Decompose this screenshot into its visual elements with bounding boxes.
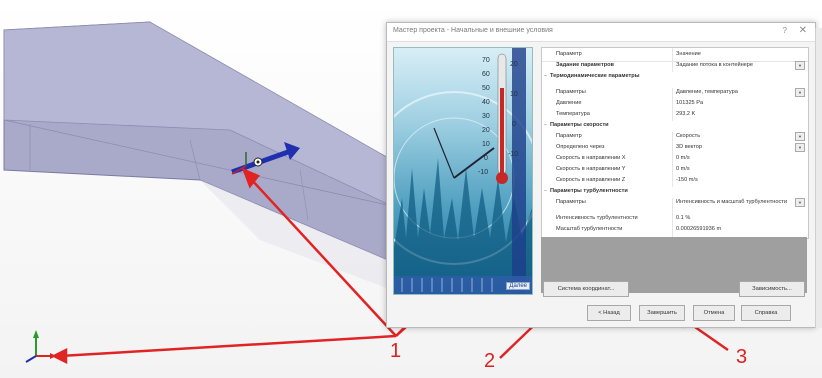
right-panel-strip[interactable]: [815, 28, 822, 328]
dropdown-arrow-icon[interactable]: ▼: [795, 132, 805, 141]
tree-row-label: Параметр: [556, 133, 582, 139]
tree-row-value[interactable]: 101325 Pa: [676, 100, 703, 106]
tree-row[interactable]: Скорость в направлении Z -150 m/s: [542, 176, 808, 187]
tree-row-value[interactable]: Давление, температура: [676, 89, 738, 95]
finish-button[interactable]: Завершить: [639, 305, 685, 321]
callout-3: 3: [736, 346, 748, 368]
svg-text:10: 10: [482, 141, 490, 148]
next-button[interactable]: Далее: [506, 282, 530, 290]
tree-row-value[interactable]: 0 m/s: [676, 166, 690, 172]
tree-row-value: Значение: [676, 51, 701, 57]
tree-row-value[interactable]: Скорость: [676, 133, 700, 139]
dropdown-arrow-icon[interactable]: ▼: [795, 143, 805, 152]
tree-row[interactable]: Интенсивность турбулентности 0.1 %: [542, 214, 808, 225]
svg-text:-10: -10: [478, 169, 488, 176]
tree-row-label: Скорость в направлении Z: [556, 177, 626, 183]
tree-row-label: Термодинамические параметры: [550, 73, 640, 79]
callout-1: 1: [390, 340, 402, 362]
dropdown-arrow-icon[interactable]: ▼: [795, 88, 805, 97]
help-icon[interactable]: ?: [783, 26, 787, 35]
svg-text:20: 20: [482, 127, 490, 134]
dropdown-arrow-icon[interactable]: ▼: [795, 198, 805, 207]
tree-row-label: Температура: [556, 111, 590, 117]
dialog-titlebar[interactable]: Мастер проекта - Начальные и внешние усл…: [387, 23, 815, 42]
svg-text:50: 50: [482, 85, 490, 92]
tree-group[interactable]: − Параметры скорости: [542, 121, 808, 132]
tree-row-value[interactable]: 0 m/s: [676, 155, 690, 161]
tree-row-value[interactable]: Задание потока в контейнере: [676, 62, 753, 68]
tree-row[interactable]: Параметры Давление, температура ▼: [542, 88, 808, 99]
dropdown-arrow-icon[interactable]: ▼: [795, 61, 805, 70]
tree-row[interactable]: Параметры Интенсивность и масштаб турбуле…: [542, 198, 808, 214]
tree-row-value[interactable]: 293.2 K: [676, 111, 695, 117]
dialog-title: Мастер проекта - Начальные и внешние усл…: [393, 27, 553, 34]
collapse-toggle-icon[interactable]: −: [544, 188, 547, 194]
wizard-illustration: 70 60 50 40 30 20 10 0 -10 20 10 0 -10 Д…: [393, 47, 533, 295]
svg-text:0: 0: [484, 155, 488, 162]
tree-row[interactable]: Скорость в направлении Y 0 m/s: [542, 165, 808, 176]
parameter-tree[interactable]: Параметр Значение Задание параметров Задани…: [541, 47, 809, 239]
cancel-button[interactable]: Отмена: [693, 305, 735, 321]
tree-row[interactable]: Давление 101325 Pa: [542, 99, 808, 110]
svg-text:60: 60: [482, 71, 490, 78]
tree-row-label: Определено через: [556, 144, 605, 150]
tree-row-value[interactable]: Интенсивность и масштаб турбулентности: [676, 199, 788, 205]
tree-row-value[interactable]: 0.1 %: [676, 215, 690, 221]
tree-row-value[interactable]: 0.00026591936 m: [676, 226, 721, 232]
dependency-button[interactable]: Зависимость...: [739, 281, 805, 297]
help-button[interactable]: Справка: [741, 305, 791, 321]
back-button[interactable]: < Назад: [587, 305, 631, 321]
wizard-dialog[interactable]: Мастер проекта - Начальные и внешние усл…: [386, 22, 816, 328]
tree-row-label: Параметры: [556, 89, 586, 95]
coordinate-system-button[interactable]: Система координат...: [543, 281, 629, 297]
svg-text:30: 30: [482, 113, 490, 120]
tree-row[interactable]: Определено через 3D вектор ▼: [542, 143, 808, 154]
tree-row-label: Параметры турбулентности: [550, 188, 628, 194]
tree-row[interactable]: Задание параметров Задание потока в конте…: [542, 61, 808, 72]
tree-row-value[interactable]: 3D вектор: [676, 144, 702, 150]
tree-row-label: Скорость в направлении X: [556, 155, 626, 161]
tree-row[interactable]: Температура 293.2 K: [542, 110, 808, 121]
svg-text:20: 20: [510, 61, 518, 68]
tree-row-label: Интенсивность турбулентности: [556, 215, 638, 221]
svg-text:10: 10: [510, 91, 518, 98]
tree-row-label: Давление: [556, 100, 582, 106]
tree-row-value[interactable]: -150 m/s: [676, 177, 698, 183]
tree-row[interactable]: Скорость в направлении X 0 m/s: [542, 154, 808, 165]
svg-text:0: 0: [512, 121, 516, 128]
tree-row[interactable]: Масштаб турбулентности 0.00026591936 m: [542, 225, 808, 236]
tree-group[interactable]: − Термодинамические параметры: [542, 72, 808, 88]
tree-row-label: Параметры скорости: [550, 122, 609, 128]
svg-text:-10: -10: [508, 151, 518, 158]
tree-group[interactable]: − Параметры турбулентности: [542, 187, 808, 198]
close-icon[interactable]: ✕: [799, 25, 807, 36]
tree-row-label: Масштаб турбулентности: [556, 226, 623, 232]
tree-row[interactable]: Параметр Скорость ▼: [542, 132, 808, 143]
tree-row-label: Параметры: [556, 199, 586, 205]
collapse-toggle-icon[interactable]: −: [544, 122, 547, 128]
tree-row-label: Параметр: [556, 51, 582, 57]
callout-2: 2: [484, 350, 496, 372]
tree-row-label: Скорость в направлении Y: [556, 166, 626, 172]
svg-text:40: 40: [482, 99, 490, 106]
thermo-tick-70: 70: [482, 57, 490, 64]
collapse-toggle-icon[interactable]: −: [544, 73, 547, 79]
tree-row-label: Задание параметров: [556, 62, 614, 68]
